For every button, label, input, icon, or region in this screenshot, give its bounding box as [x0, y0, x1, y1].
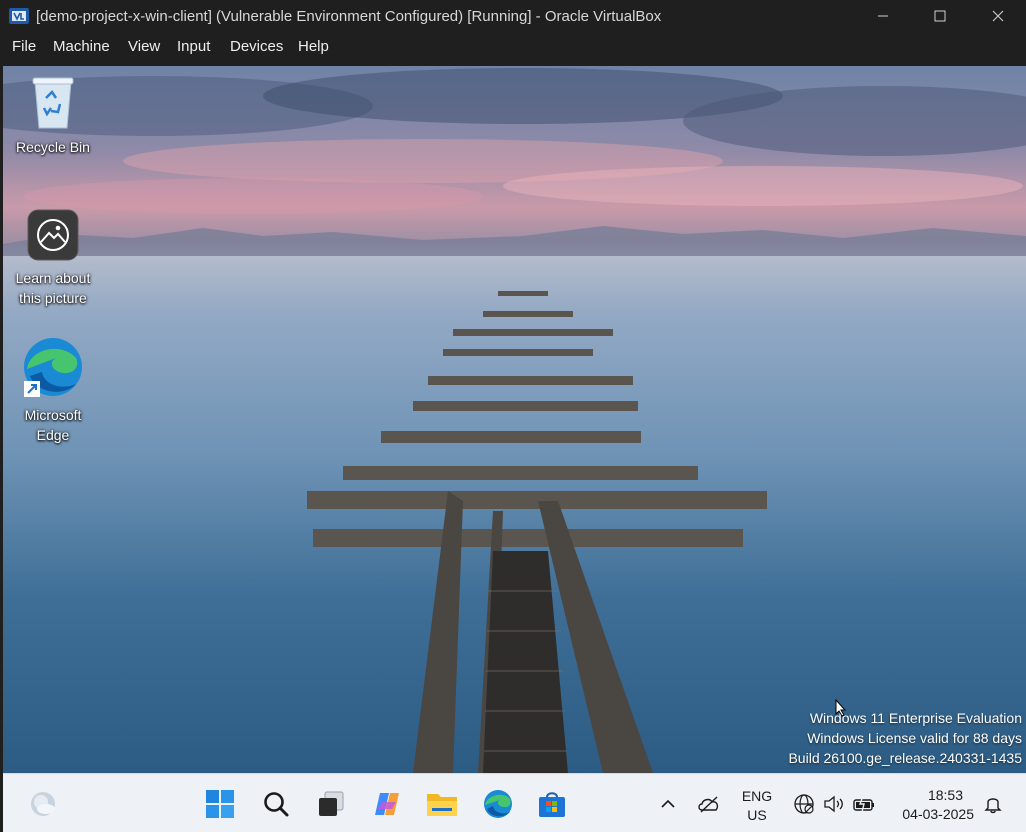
edge-icon — [7, 336, 99, 403]
edge-taskbar-icon[interactable] — [482, 788, 514, 820]
notification-bell-icon[interactable] — [981, 788, 1005, 820]
menu-bar: File Machine View Input Devices Help — [0, 33, 1026, 62]
wallpaper-mountains — [3, 226, 1026, 256]
network-globe-icon[interactable] — [791, 788, 817, 820]
desktop-icon-recycle-bin[interactable]: Recycle Bin — [7, 74, 99, 157]
clock[interactable]: 18:53 04-03-2025 — [891, 786, 979, 824]
region-code: US — [747, 807, 767, 823]
windows-evaluation-watermark: Windows 11 Enterprise Evaluation Windows… — [788, 708, 1022, 768]
recycle-bin-icon — [7, 74, 99, 135]
onedrive-offline-icon[interactable] — [695, 788, 723, 820]
menu-help[interactable]: Help — [298, 38, 329, 55]
language-code: ENG — [741, 788, 773, 804]
taskbar: ENG US 18:53 04-03-2025 — [3, 773, 1026, 832]
search-icon[interactable] — [260, 788, 292, 820]
maximize-button[interactable] — [911, 0, 969, 32]
start-icon[interactable] — [204, 788, 236, 820]
vm-desktop[interactable]: Recycle Bin Learn about this picture Mic… — [3, 66, 1026, 773]
watermark-line: Windows 11 Enterprise Evaluation — [809, 710, 1022, 726]
desktop-icon-label: Recycle Bin — [16, 139, 90, 155]
close-button[interactable] — [969, 0, 1026, 32]
menu-input[interactable]: Input — [177, 38, 210, 55]
watermark-line: Build 26100.ge_release.240331-1435 — [788, 750, 1022, 766]
desktop-icon-edge[interactable]: Microsoft Edge — [7, 336, 99, 445]
menu-devices[interactable]: Devices — [230, 38, 283, 55]
window-title: [demo-project-x-win-client] (Vulnerable … — [36, 8, 662, 25]
virtualbox-icon — [8, 6, 30, 26]
desktop-icon-learn-about-picture[interactable]: Learn about this picture — [7, 209, 99, 308]
copilot-icon[interactable] — [371, 788, 403, 820]
menu-view[interactable]: View — [128, 38, 160, 55]
wallpaper-pier — [307, 291, 767, 773]
desktop-icon-label: Microsoft Edge — [24, 407, 82, 443]
watermark-line: Windows License valid for 88 days — [807, 730, 1022, 746]
task-view-icon[interactable] — [315, 788, 347, 820]
volume-icon[interactable] — [820, 788, 848, 820]
language-indicator[interactable]: ENG US — [739, 787, 775, 825]
desktop-icon-label: Learn about this picture — [15, 270, 91, 306]
minimize-button[interactable] — [854, 0, 912, 32]
clock-time: 18:53 — [927, 787, 963, 803]
store-icon[interactable] — [536, 788, 568, 820]
mouse-cursor-icon — [835, 698, 847, 722]
menu-machine[interactable]: Machine — [53, 38, 110, 55]
learn-about-picture-icon — [7, 209, 99, 266]
battery-icon[interactable] — [850, 788, 878, 820]
menu-file[interactable]: File — [12, 38, 36, 55]
window-titlebar[interactable]: [demo-project-x-win-client] (Vulnerable … — [0, 0, 1026, 33]
chevron-up-icon[interactable] — [654, 788, 682, 820]
file-explorer-icon[interactable] — [426, 788, 458, 820]
weather-icon[interactable] — [27, 788, 59, 820]
clock-date: 04-03-2025 — [902, 806, 974, 822]
